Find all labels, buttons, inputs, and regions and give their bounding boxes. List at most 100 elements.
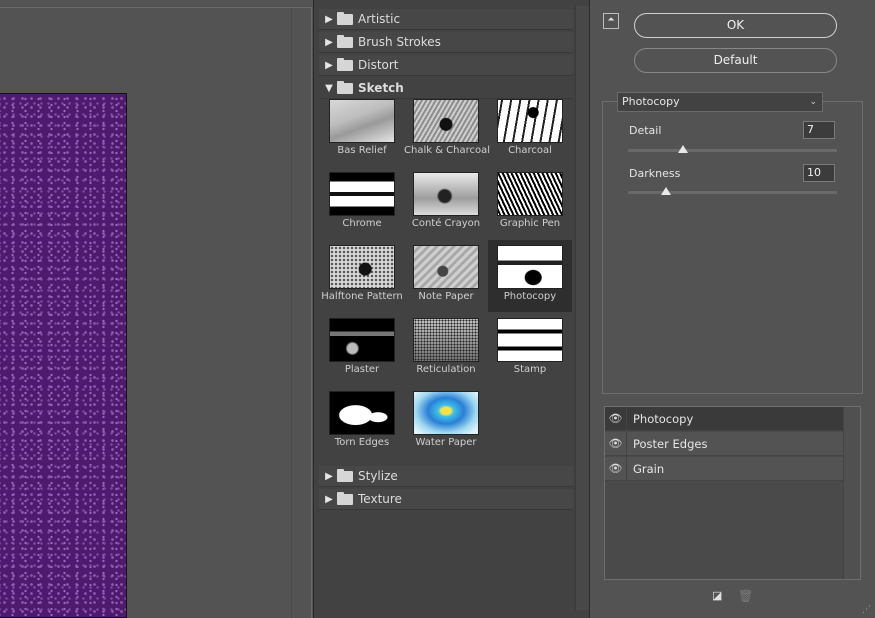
ok-button[interactable]: OK (634, 13, 837, 38)
filter-thumb-graphic-pen[interactable]: Graphic Pen (488, 167, 572, 239)
effect-layer-name: Poster Edges (633, 436, 708, 451)
gallery-scrollbar[interactable] (575, 6, 589, 610)
folder-icon (337, 34, 353, 48)
effect-layer-name: Photocopy (633, 411, 694, 426)
category-label: Sketch (358, 81, 404, 95)
preview-scroll-divider (291, 8, 292, 618)
halftone-pattern-thumbnail (329, 245, 395, 289)
collapsed-arrow-icon: ▶ (325, 493, 333, 505)
collapsed-arrow-icon: ▶ (325, 36, 333, 48)
darkness-value-input[interactable]: 10 (803, 164, 835, 182)
category-label: Brush Strokes (358, 35, 441, 49)
filter-select-value: Photocopy (622, 95, 680, 108)
preview-area (0, 0, 313, 618)
torn-edges-thumbnail (329, 391, 395, 435)
filter-select[interactable]: Photocopy ⌄ (617, 92, 823, 112)
filter-thumb-photocopy[interactable]: Photocopy (488, 240, 572, 312)
darkness-slider-track[interactable] (628, 191, 837, 194)
folder-icon (337, 468, 353, 482)
detail-label: Detail (629, 124, 662, 137)
detail-slider-handle[interactable] (677, 145, 688, 153)
folder-icon (337, 57, 353, 71)
filter-thumb-label: Halftone Pattern (321, 291, 403, 302)
filter-thumb-cont-crayon[interactable]: Conté Crayon (404, 167, 488, 239)
reticulation-thumbnail (413, 318, 479, 362)
eye-icon[interactable]: 👁 (605, 456, 627, 481)
filter-thumb-torn-edges[interactable]: Torn Edges (320, 386, 404, 458)
water-paper-thumbnail (413, 391, 479, 435)
filter-thumb-plaster[interactable]: Plaster (320, 313, 404, 385)
collapsed-arrow-icon: ▶ (325, 59, 333, 71)
category-artistic[interactable]: ▶ Artistic (319, 9, 573, 30)
eye-icon[interactable]: 👁 (605, 406, 627, 431)
category-label: Distort (358, 58, 399, 72)
bas-relief-thumbnail (329, 99, 395, 143)
filter-thumb-stamp[interactable]: Stamp (488, 313, 572, 385)
photocopy-thumbnail (497, 245, 563, 289)
filter-thumb-label: Stamp (513, 364, 547, 375)
expanded-arrow-icon: ▼ (325, 82, 333, 94)
category-distort[interactable]: ▶ Distort (319, 55, 573, 76)
collapsed-arrow-icon: ▶ (325, 13, 333, 25)
folder-icon (337, 80, 353, 94)
detail-slider-track[interactable] (628, 149, 837, 152)
filter-thumb-halftone-pattern[interactable]: Halftone Pattern (320, 240, 404, 312)
filter-thumb-label: Charcoal (508, 145, 552, 156)
filter-thumb-label: Chrome (342, 218, 382, 229)
darkness-label: Darkness (629, 167, 681, 180)
filter-thumb-bas-relief[interactable]: Bas Relief (320, 94, 404, 166)
stamp-thumbnail (497, 318, 563, 362)
filter-gallery: ▶ Artistic ▶ Brush Strokes ▶ Distort ▼ Sketch B… (313, 0, 590, 618)
detail-value-input[interactable]: 7 (803, 121, 835, 139)
filter-thumb-chrome[interactable]: Chrome (320, 167, 404, 239)
filter-thumb-label: Photocopy (503, 291, 557, 302)
charcoal-thumbnail (497, 99, 563, 143)
category-label: Artistic (358, 12, 401, 26)
default-button[interactable]: Default (634, 48, 837, 73)
filter-thumb-label: Torn Edges (334, 437, 390, 448)
note-paper-thumbnail (413, 245, 479, 289)
filter-thumb-label: Conté Crayon (411, 218, 481, 229)
filter-thumb-label: Graphic Pen (499, 218, 561, 229)
filter-thumb-label: Water Paper (415, 437, 477, 448)
effect-layer-row[interactable]: 👁 Grain (605, 456, 843, 481)
filter-thumb-label: Chalk & Charcoal (404, 145, 491, 156)
category-label: Texture (358, 492, 402, 506)
effect-layer-row[interactable]: 👁 Photocopy (605, 406, 843, 431)
eye-icon[interactable]: 👁 (605, 431, 627, 456)
category-label: Stylize (358, 469, 398, 483)
settings-panel: ⏶ OK Default Photocopy ⌄ Detail 7 Darkne… (591, 0, 875, 618)
category-texture[interactable]: ▶ Texture (319, 489, 573, 510)
effect-layer-name: Grain (633, 461, 665, 476)
chrome-thumbnail (329, 172, 395, 216)
filter-options-box (602, 101, 863, 394)
effect-layer-row[interactable]: 👁 Poster Edges (605, 431, 843, 456)
darkness-slider-handle[interactable] (661, 187, 672, 195)
preview-canvas[interactable] (0, 93, 127, 618)
delete-effect-layer-icon[interactable]: 🗑 (738, 589, 753, 603)
category-brush-strokes[interactable]: ▶ Brush Strokes (319, 32, 573, 53)
collapse-gallery-icon[interactable]: ⏶ (603, 13, 619, 29)
chalk-charcoal-thumbnail (413, 99, 479, 143)
effect-layers-list: 👁 Photocopy 👁 Poster Edges 👁 Grain (604, 406, 861, 580)
category-stylize[interactable]: ▶ Stylize (319, 466, 573, 487)
filter-thumb-water-paper[interactable]: Water Paper (404, 386, 488, 458)
filter-thumb-charcoal[interactable]: Charcoal (488, 94, 572, 166)
filter-thumb-chalk-charcoal[interactable]: Chalk & Charcoal (404, 94, 491, 166)
new-effect-layer-icon[interactable]: ◪ (712, 590, 724, 602)
layers-scrollbar[interactable] (843, 407, 860, 579)
filter-thumb-label: Plaster (344, 364, 380, 375)
filter-thumb-note-paper[interactable]: Note Paper (404, 240, 488, 312)
plaster-thumbnail (329, 318, 395, 362)
filter-thumb-label: Bas Relief (337, 145, 387, 156)
filter-thumb-reticulation[interactable]: Reticulation (404, 313, 488, 385)
filter-thumb-label: Note Paper (418, 291, 474, 302)
resize-grip-icon[interactable]: ⋰ (862, 605, 872, 615)
filter-thumb-label: Reticulation (416, 364, 476, 375)
folder-icon (337, 11, 353, 25)
collapsed-arrow-icon: ▶ (325, 470, 333, 482)
graphic-pen-thumbnail (497, 172, 563, 216)
conte-crayon-thumbnail (413, 172, 479, 216)
chevron-down-icon: ⌄ (809, 97, 817, 107)
folder-icon (337, 491, 353, 505)
